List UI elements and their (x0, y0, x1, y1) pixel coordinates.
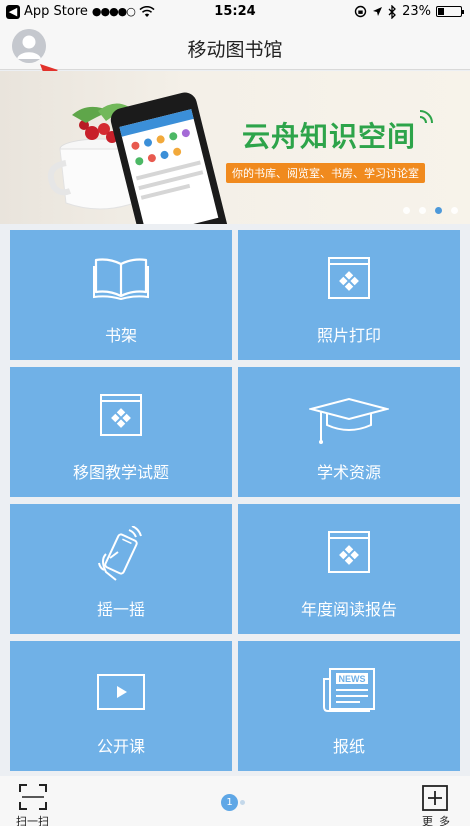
banner-pager[interactable] (403, 207, 458, 214)
page-indicator: 1 (221, 794, 238, 811)
scan-frame-icon (19, 784, 47, 810)
more-button[interactable] (422, 785, 448, 815)
page-title: 移动图书馆 (187, 39, 283, 61)
image-frame-icon (328, 257, 370, 299)
image-frame-icon (328, 531, 370, 573)
newspaper-icon: NEWS (323, 668, 375, 712)
play-video-icon (97, 674, 145, 710)
tile-label: 年度阅读报告 (300, 600, 397, 619)
orientation-lock-icon (354, 5, 367, 18)
tile-open-courses[interactable]: 公开课 (10, 641, 232, 771)
banner-headline: 云舟知识空间 (242, 120, 417, 153)
battery-icon (436, 6, 464, 17)
image-frame-icon (100, 394, 142, 436)
tile-photo-print[interactable]: 照片打印 (238, 230, 460, 360)
tile-label: 书架 (104, 326, 137, 345)
screen: ◀ App Store ●●●●○ 15:24 23% 移动图书馆 云舟知识空间… (0, 0, 470, 826)
page-dot (240, 800, 245, 805)
tile-label: 报纸 (332, 737, 365, 756)
tile-newspaper[interactable]: NEWS 报纸 (238, 641, 460, 771)
tile-shake[interactable]: 摇一摇 (10, 504, 232, 634)
mortarboard-icon (309, 397, 389, 444)
shake-phone-icon (98, 526, 142, 581)
pager-dot[interactable] (403, 207, 410, 214)
pager-dot[interactable] (419, 207, 426, 214)
book-open-icon (93, 258, 149, 300)
tile-label: 摇一摇 (96, 600, 145, 619)
scan-label[interactable]: 扫一扫 (16, 813, 49, 826)
banner-subtitle: 你的书库、阅览室、书房、学习讨论室 (226, 163, 425, 183)
more-label[interactable]: 更多 (422, 813, 456, 826)
newspaper-icon-text: NEWS (339, 674, 366, 684)
battery-percent: 23% (402, 4, 431, 19)
bottom-bar: 扫一扫 1 更多 (0, 776, 470, 826)
add-square-icon (422, 785, 448, 811)
pager-dot[interactable] (451, 207, 458, 214)
promo-banner[interactable]: 云舟知识空间 你的书库、阅览室、书房、学习讨论室 (0, 71, 470, 224)
location-icon (373, 7, 383, 16)
tile-academic-resources[interactable]: 学术资源 (238, 367, 460, 497)
status-bar: ◀ App Store ●●●●○ 15:24 23% (0, 0, 470, 24)
tile-label: 移图教学试题 (72, 463, 169, 482)
tile-annual-reading-report[interactable]: 年度阅读报告 (238, 504, 460, 634)
tile-label: 照片打印 (316, 326, 381, 345)
status-right: 23% (354, 4, 464, 19)
bluetooth-icon (388, 4, 397, 19)
scan-button[interactable] (18, 783, 48, 815)
tile-teaching-exams[interactable]: 移图教学试题 (10, 367, 232, 497)
tile-label: 公开课 (96, 737, 145, 756)
pager-dot-active[interactable] (435, 207, 442, 214)
tile-bookshelf[interactable]: 书架 (10, 230, 232, 360)
tile-label: 学术资源 (316, 463, 381, 482)
